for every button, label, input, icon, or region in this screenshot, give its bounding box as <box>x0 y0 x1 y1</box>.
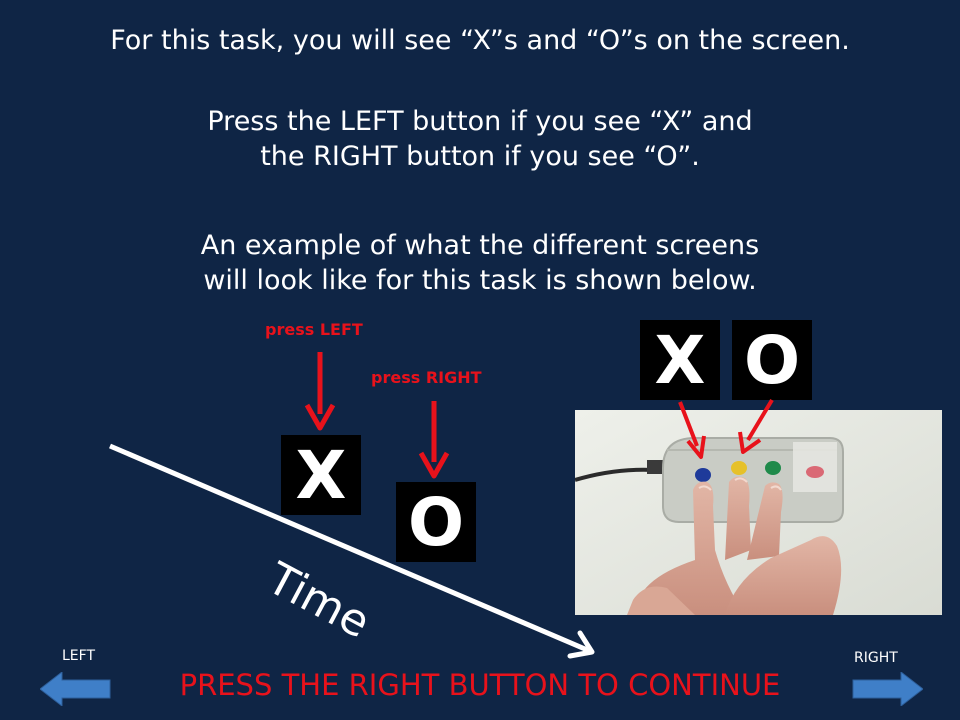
device-photo <box>575 410 942 615</box>
device-photo-illustration <box>575 410 942 615</box>
instruction-text: For this task, you will see “X”s and “O”… <box>110 25 850 56</box>
stimulus-o: O <box>396 482 476 562</box>
press-right-label: press RIGHT <box>371 368 482 387</box>
example-stimulus-x: X <box>640 320 720 400</box>
instruction-block-2: Press the LEFT button if you see “X” and… <box>0 104 960 174</box>
device-button-yellow <box>731 461 747 475</box>
press-left-label: press LEFT <box>265 320 363 339</box>
device-button-blue <box>695 468 711 482</box>
example-stimulus-x-letter: X <box>654 321 706 399</box>
stimulus-x-letter: X <box>295 436 347 514</box>
press-left-arrowhead <box>304 403 336 431</box>
right-nav-label: RIGHT <box>854 650 898 666</box>
time-label: Time <box>259 553 379 649</box>
stimulus-o-letter: O <box>407 483 465 561</box>
example-stimulus-o: O <box>732 320 812 400</box>
instruction-block-3: An example of what the different screens… <box>0 228 960 298</box>
instruction-text: will look like for this task is shown be… <box>203 265 757 296</box>
instruction-text: Press the LEFT button if you see “X” and <box>207 106 753 137</box>
continue-prompt: PRESS THE RIGHT BUTTON TO CONTINUE <box>179 668 781 702</box>
device-button-red <box>806 466 824 478</box>
device-button-green <box>765 461 781 475</box>
instruction-text: the RIGHT button if you see “O”. <box>260 141 700 172</box>
instruction-line-1: For this task, you will see “X”s and “O”… <box>0 23 960 58</box>
stimulus-x: X <box>281 435 361 515</box>
press-right-arrowhead <box>418 451 450 479</box>
instruction-text: An example of what the different screens <box>200 230 760 261</box>
example-stimulus-o-letter: O <box>743 321 801 399</box>
timeline-arrowhead <box>567 630 595 659</box>
left-nav-label: LEFT <box>62 648 96 664</box>
